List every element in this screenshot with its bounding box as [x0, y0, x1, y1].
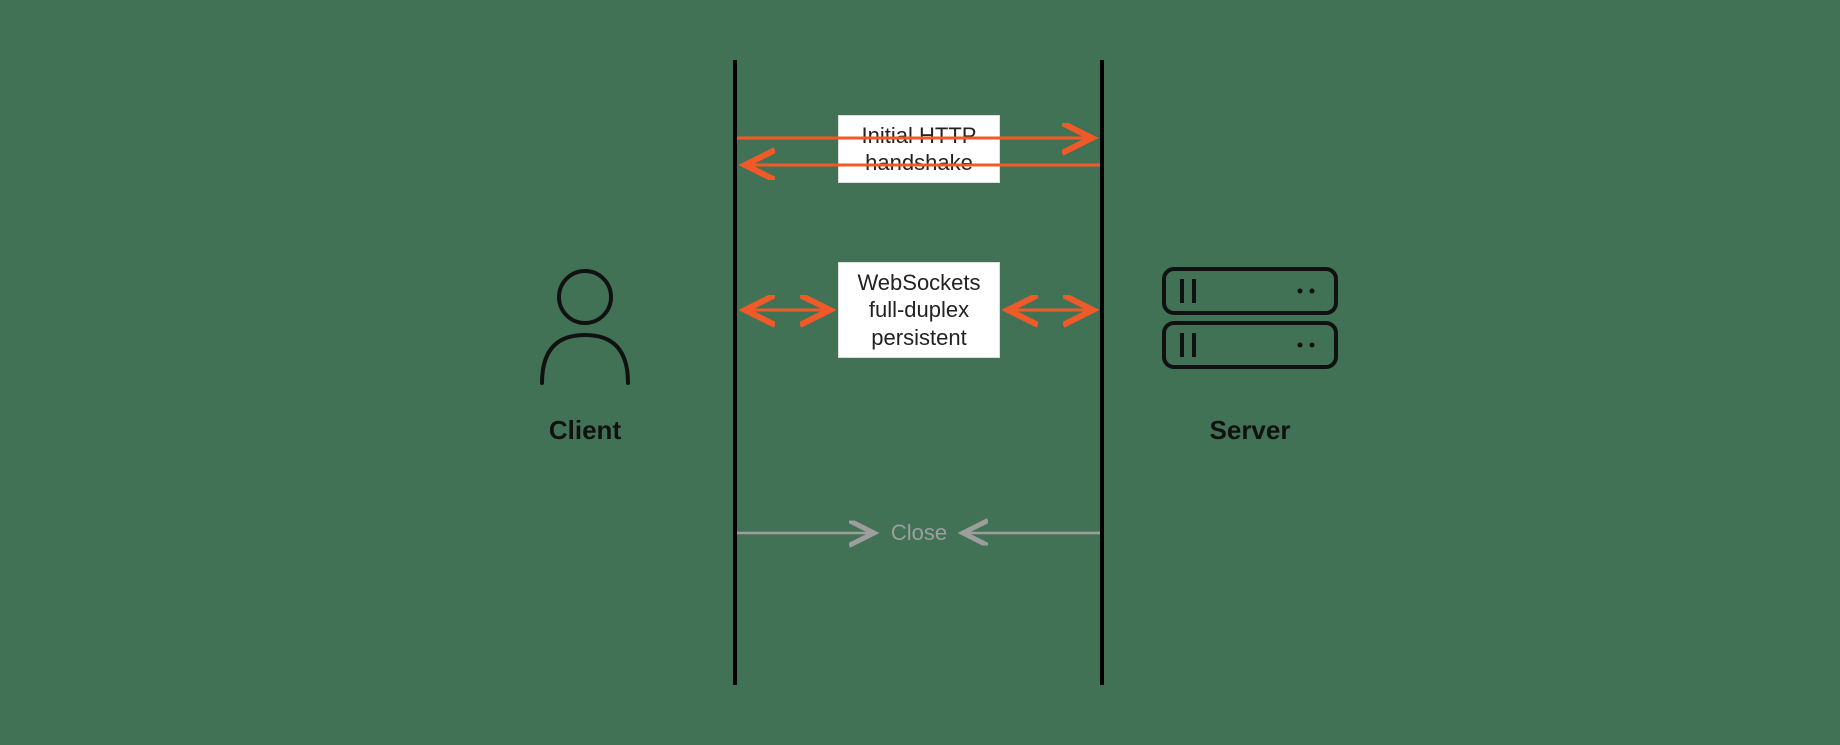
ws-line1: WebSockets — [847, 269, 991, 297]
server-label: Server — [1155, 415, 1345, 446]
ws-line3: persistent — [847, 324, 991, 352]
server-icon — [1160, 265, 1340, 375]
person-icon — [530, 265, 640, 385]
close-arrow-left — [737, 523, 882, 543]
client-label: Client — [490, 415, 680, 446]
ws-arrow-left — [737, 300, 838, 320]
close-arrow-right — [955, 523, 1100, 543]
close-label: Close — [888, 520, 950, 546]
handshake-arrow-left — [737, 155, 1100, 175]
ws-arrow-right — [1000, 300, 1101, 320]
client-lifeline — [733, 60, 737, 685]
handshake-arrow-right — [737, 128, 1100, 148]
server-lifeline — [1100, 60, 1104, 685]
websockets-box: WebSockets full-duplex persistent — [838, 262, 1000, 358]
ws-line2: full-duplex — [847, 296, 991, 324]
